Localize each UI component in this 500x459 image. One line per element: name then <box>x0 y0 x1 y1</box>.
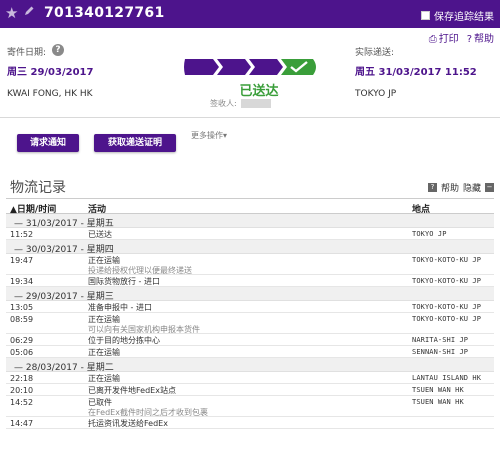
event-activity: 正在运输 可以向有关国家机构申报本货件 <box>88 315 200 335</box>
event-location: TOKYO-KOTO-KU JP <box>412 277 482 285</box>
event-activity-text: 正在运输 <box>88 315 120 324</box>
event-time: 13:05 <box>10 303 34 312</box>
event-row: 14:47 托运资讯发送给FedEx <box>6 417 494 429</box>
event-activity-text: 准备申报中 - 进口 <box>88 303 152 312</box>
delivery-status: 已送达 <box>239 84 279 99</box>
delivery-date-label: 实际递送: <box>355 48 395 58</box>
more-actions-dropdown[interactable]: 更多操作▾ <box>191 130 227 141</box>
signed-by: 签收人: <box>210 98 271 109</box>
event-row: 19:47 正在运输 投递给授权代理以便最终递送 TOKYO-KOTO-KU JP <box>6 254 494 275</box>
event-time: 11:52 <box>10 230 34 239</box>
help-icon: ? <box>466 34 472 45</box>
save-tracking-checkbox[interactable]: 保存追踪结果 <box>421 8 494 23</box>
event-time: 14:52 <box>10 398 34 407</box>
event-row: 19:34 国际货物放行 - 进口 TOKYO-KOTO-KU JP <box>6 275 494 287</box>
pencil-icon[interactable] <box>23 5 35 17</box>
event-time: 06:29 <box>10 336 34 345</box>
event-activity: 国际货物放行 - 进口 <box>88 277 160 287</box>
event-location: TSUEN WAN HK <box>412 386 464 394</box>
table-header: ▲日期/时间 活动 地点 <box>6 199 494 215</box>
ship-date: 周三 29/03/2017 <box>7 67 94 78</box>
ship-origin: KWAI FONG, HK HK <box>7 89 93 99</box>
history-controls: ? 帮助 隐藏 − <box>427 181 494 194</box>
event-activity-text: 已送达 <box>88 230 112 239</box>
proof-of-delivery-button[interactable]: 获取递送证明 <box>94 134 176 152</box>
delivery-progress-bar <box>184 59 316 75</box>
event-detail: 可以向有关国家机构申报本货件 <box>88 325 200 334</box>
request-notification-button[interactable]: 请求通知 <box>17 134 79 152</box>
event-row: 13:05 准备申报中 - 进口 TOKYO-KOTO-KU JP <box>6 301 494 313</box>
ship-date-label: 寄件日期: <box>7 48 47 58</box>
history-hide-link[interactable]: 隐藏 <box>463 181 481 194</box>
event-activity: 准备申报中 - 进口 <box>88 303 152 313</box>
tracking-number: 701340127761 <box>44 5 165 21</box>
event-detail: 在FedEx截件时间之后才收到包裹 <box>88 408 208 417</box>
save-tracking-label: 保存追踪结果 <box>434 12 494 23</box>
event-time: 05:06 <box>10 348 34 357</box>
question-icon[interactable]: ? <box>52 44 64 56</box>
event-location: LANTAU ISLAND HK <box>412 374 482 382</box>
print-link[interactable]: ⎙ 打印 <box>429 30 459 45</box>
event-activity-text: 正在运输 <box>88 256 120 265</box>
date-group-row[interactable]: — 31/03/2017 - 星期五 <box>6 214 494 229</box>
event-time: 19:34 <box>10 277 34 286</box>
event-activity: 托运资讯发送给FedEx <box>88 419 168 429</box>
event-activity: 正在运输 投递给授权代理以便最终递送 <box>88 256 192 276</box>
history-title: 物流记录 <box>10 180 66 196</box>
event-row: 20:10 已离开发件地FedEx站点 TSUEN WAN HK <box>6 384 494 396</box>
event-location: SENNAN-SHI JP <box>412 348 469 356</box>
date-group-row[interactable]: — 30/03/2017 - 星期四 <box>6 240 494 255</box>
event-time: 22:18 <box>10 374 34 383</box>
event-detail: 投递给授权代理以便最终递送 <box>88 266 192 275</box>
event-activity-text: 正在运输 <box>88 374 120 383</box>
event-location: TSUEN WAN HK <box>412 398 464 406</box>
event-activity: 已离开发件地FedEx站点 <box>88 386 176 396</box>
event-activity-text: 已取件 <box>88 398 112 407</box>
event-activity-text: 国际货物放行 - 进口 <box>88 277 160 286</box>
event-row: 14:52 已取件 在FedEx截件时间之后才收到包裹 TSUEN WAN HK <box>6 396 494 417</box>
event-location: TOKYO JP <box>412 230 447 238</box>
event-activity: 位于目的地分拣中心 <box>88 336 160 346</box>
delivery-destination: TOKYO JP <box>355 89 397 99</box>
event-activity: 已取件 在FedEx截件时间之后才收到包裹 <box>88 398 208 418</box>
event-location: NARITA-SHI JP <box>412 336 469 344</box>
event-row: 05:06 正在运输 SENNAN-SHI JP <box>6 346 494 358</box>
event-location: TOKYO-KOTO-KU JP <box>412 315 482 323</box>
event-row: 22:18 正在运输 LANTAU ISLAND HK <box>6 372 494 384</box>
history-table: ▲日期/时间 活动 地点 — 31/03/2017 - 星期五 11:52 已送达 T… <box>6 198 494 429</box>
signer-name-redacted <box>240 99 271 108</box>
header-bar: ★ 701340127761 保存追踪结果 <box>0 0 500 28</box>
event-time: 08:59 <box>10 315 34 324</box>
event-activity-text: 正在运输 <box>88 348 120 357</box>
event-row: 08:59 正在运输 可以向有关国家机构申报本货件 TOKYO-KOTO-KU JP <box>6 313 494 334</box>
help-link[interactable]: ? 帮助 <box>467 30 494 45</box>
event-activity-text: 托运资讯发送给FedEx <box>88 419 168 428</box>
event-activity: 已送达 <box>88 230 112 240</box>
printer-icon: ⎙ <box>428 34 437 45</box>
history-help-link[interactable]: 帮助 <box>441 181 459 194</box>
event-time: 14:47 <box>10 419 34 428</box>
event-time: 20:10 <box>10 386 34 395</box>
event-activity: 正在运输 <box>88 348 120 358</box>
date-group-row[interactable]: — 28/03/2017 - 星期二 <box>6 358 494 373</box>
event-activity-text: 位于目的地分拣中心 <box>88 336 160 345</box>
delivery-date: 周五 31/03/2017 11:52 <box>355 67 477 78</box>
event-time: 19:47 <box>10 256 34 265</box>
event-row: 11:52 已送达 TOKYO JP <box>6 228 494 240</box>
help-icon[interactable]: ? <box>427 183 437 192</box>
checkbox-icon[interactable] <box>421 11 430 20</box>
event-activity: 正在运输 <box>88 374 120 384</box>
star-icon[interactable]: ★ <box>5 4 18 22</box>
event-row: 06:29 位于目的地分拣中心 NARITA-SHI JP <box>6 334 494 346</box>
date-group-row[interactable]: — 29/03/2017 - 星期三 <box>6 287 494 302</box>
page-actions: ⎙ 打印 ? 帮助 <box>429 30 494 45</box>
event-activity-text: 已离开发件地FedEx站点 <box>88 386 176 395</box>
collapse-icon[interactable]: − <box>485 183 494 192</box>
event-location: TOKYO-KOTO-KU JP <box>412 256 482 264</box>
divider <box>0 117 500 118</box>
event-location: TOKYO-KOTO-KU JP <box>412 303 482 311</box>
